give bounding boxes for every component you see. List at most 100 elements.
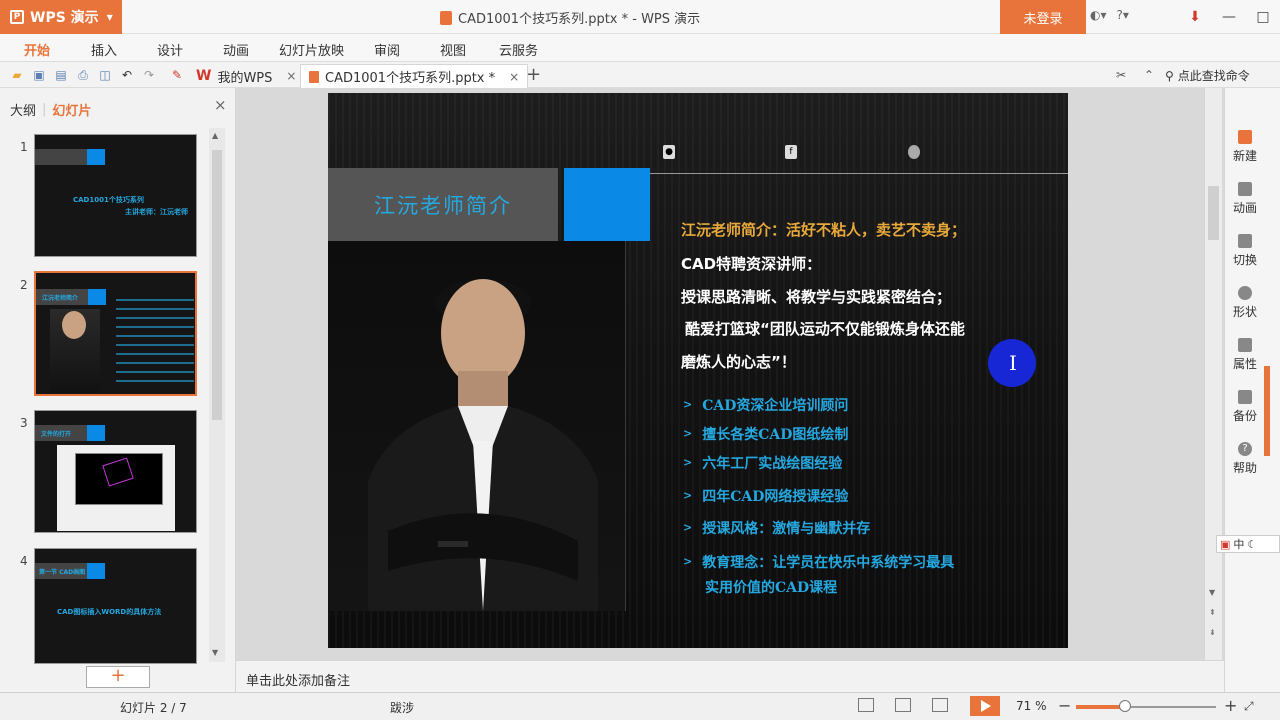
login-button[interactable]: 未登录 [1000,0,1086,34]
slide-thumbnail-1[interactable]: CAD1001个技巧系列 主讲老师：江沅老师 [34,134,197,257]
save-icon[interactable]: ▣ [32,68,46,82]
slide-thumbnail-3[interactable]: 文件的打开 [34,410,197,533]
prev-slide-icon[interactable]: ⇞ [1209,608,1216,617]
fit-window-icon[interactable]: ⤢ [1244,699,1254,714]
close-icon[interactable]: × [214,96,227,114]
menu-view[interactable]: 视图 [440,40,466,59]
backup-icon [1238,390,1252,404]
reading-view-button[interactable] [932,698,948,712]
bullet-item: > 擅长各类CAD图纸绘制 [683,427,849,443]
notes-area[interactable]: 单击此处添加备注 [236,660,1224,692]
open-icon[interactable]: ▰ [10,68,24,82]
sorter-view-button[interactable] [895,698,911,712]
slide-title: 江沅老师简介 [374,193,512,218]
new-tab-button[interactable]: + [526,64,541,85]
slides-panel: 大纲 | 幻灯片 × 1 CAD1001个技巧系列 主讲老师：江沅老师 2 江沅… [0,88,236,692]
side-new-button[interactable]: 新建 [1225,130,1265,164]
print-icon[interactable]: ⎙ [76,68,90,82]
side-animation-button[interactable]: 动画 [1225,182,1265,216]
side-properties-button[interactable]: 属性 [1225,338,1265,372]
portrait-image [368,279,598,611]
wps-logo-icon: P [10,10,24,24]
notes-placeholder: 单击此处添加备注 [246,674,351,689]
command-search[interactable]: ⚲ 点此查找命令 [1165,67,1250,84]
menu-bar: 开始 插入 设计 动画 幻灯片放映 审阅 视图 云服务 [0,34,1280,62]
ime-logo-icon: ▣ [1220,537,1231,551]
thumb-title: 江沅老师简介 [42,295,79,302]
menu-home[interactable]: 开始 [24,40,50,59]
collapse-icon[interactable]: ⌃ [1142,68,1156,82]
side-shape-button[interactable]: 形状 [1225,286,1265,320]
ime-mode: 中 [1233,538,1245,551]
mouse-cursor-highlight: I [988,339,1036,387]
thumb-title: 文件的打开 [41,431,72,438]
bullet-item: > CAD资深企业培训顾问 [683,398,849,414]
next-slide-icon[interactable]: ⇟ [1209,628,1216,637]
tab-slides[interactable]: 幻灯片 [52,100,91,119]
globe-icon [908,145,920,159]
slide-thumbnail-4[interactable]: 第一节 CAD画图 CAD图标插入WORD的具体方法 [34,548,197,664]
divider [650,173,1068,174]
menu-slideshow[interactable]: 幻灯片放映 [279,40,344,59]
status-bar: 幻灯片 2 / 7 跋涉 71 % − + ⤢ [0,692,1280,720]
social-icon: ● [663,145,675,159]
side-transition-button[interactable]: 切换 [1225,234,1265,268]
title-bar: P WPS 演示 ▼ CAD1001个技巧系列.pptx * - WPS 演示 … [0,0,1280,34]
bullet-item: > 授课风格：激情与幽默并存 [683,521,871,537]
app-name: WPS 演示 [30,10,99,26]
maximize-button[interactable]: □ [1246,4,1280,30]
thumb-number: 3 [20,416,28,430]
help-icon[interactable]: ?▾ [1117,8,1129,22]
close-icon[interactable]: × [286,69,296,83]
ime-indicator[interactable]: ▣ 中 ☾ [1216,535,1280,553]
panel-tabs: 大纲 | 幻灯片 [10,100,92,119]
scroll-up-icon[interactable]: ▲ [212,131,218,140]
export-icon[interactable]: ▤ [54,68,68,82]
add-slide-button[interactable]: + [86,666,150,688]
thumbnail-scrollbar[interactable]: ▲ ▼ [209,128,225,662]
download-icon[interactable]: ⬇ [1178,4,1212,30]
zoom-level[interactable]: 71 % [1016,699,1047,713]
tab-my-wps[interactable]: W 我的WPS × [188,64,304,88]
zoom-out-button[interactable]: − [1058,696,1071,715]
undo-icon[interactable]: ↶ [120,68,134,82]
intro-line: 授课思路清晰、将教学与实践紧密结合； [681,288,952,306]
slide-canvas[interactable]: ● f 江沅老师简介 江沅老师简介：活好不粘人，卖艺不卖身； CAD特聘资深讲师… [328,93,1068,648]
thumb-number: 4 [20,554,28,568]
title-tools: ◐▾ ?▾ [1090,8,1129,22]
redo-icon[interactable]: ↷ [142,68,156,82]
tab-label: 我的WPS [217,70,273,86]
tab-outline[interactable]: 大纲 [10,100,36,119]
menu-cloud[interactable]: 云服务 [499,40,538,59]
scroll-down-icon[interactable]: ▼ [212,648,218,657]
preview-icon[interactable]: ◫ [98,68,112,82]
menu-animation[interactable]: 动画 [223,40,249,59]
window-controls: ⬇ — □ ✕ [1178,4,1280,30]
tool-icon[interactable]: ✂ [1114,68,1128,82]
scroll-down-icon[interactable]: ▼ [1209,588,1215,597]
close-icon[interactable]: × [509,70,519,84]
side-help-button[interactable]: ? 帮助 [1225,442,1265,476]
play-slideshow-button[interactable] [970,696,1000,716]
normal-view-button[interactable] [858,698,874,712]
bullet-item-continuation: 实用价值的CAD课程 [705,580,838,596]
editor-scrollbar[interactable]: ▼ ⇞ ⇟ [1204,88,1222,660]
minimize-button[interactable]: — [1212,4,1246,30]
zoom-in-button[interactable]: + [1224,696,1237,715]
intro-line: 酷爱打篮球“团队运动不仅能锻炼身体还能 [685,320,965,338]
scrollbar-thumb[interactable] [1208,186,1219,240]
task-pane: 新建 动画 切换 形状 属性 备份 ? 帮助 [1224,88,1280,692]
pane-resize-handle[interactable] [1264,366,1270,456]
side-backup-button[interactable]: 备份 [1225,390,1265,424]
bullet-item: > 四年CAD网络授课经验 [683,489,849,505]
skin-icon[interactable]: ◐▾ [1090,8,1107,22]
menu-insert[interactable]: 插入 [91,40,117,59]
scrollbar-thumb[interactable] [212,150,222,420]
zoom-slider-knob[interactable] [1119,700,1131,712]
menu-review[interactable]: 审阅 [374,40,400,59]
slide-thumbnail-2[interactable]: 江沅老师简介 [34,271,197,396]
app-menu-button[interactable]: P WPS 演示 ▼ [0,0,122,34]
format-painter-icon[interactable]: ✎ [170,68,184,82]
menu-design[interactable]: 设计 [157,40,183,59]
tab-document[interactable]: CAD1001个技巧系列.pptx * × [300,64,529,88]
